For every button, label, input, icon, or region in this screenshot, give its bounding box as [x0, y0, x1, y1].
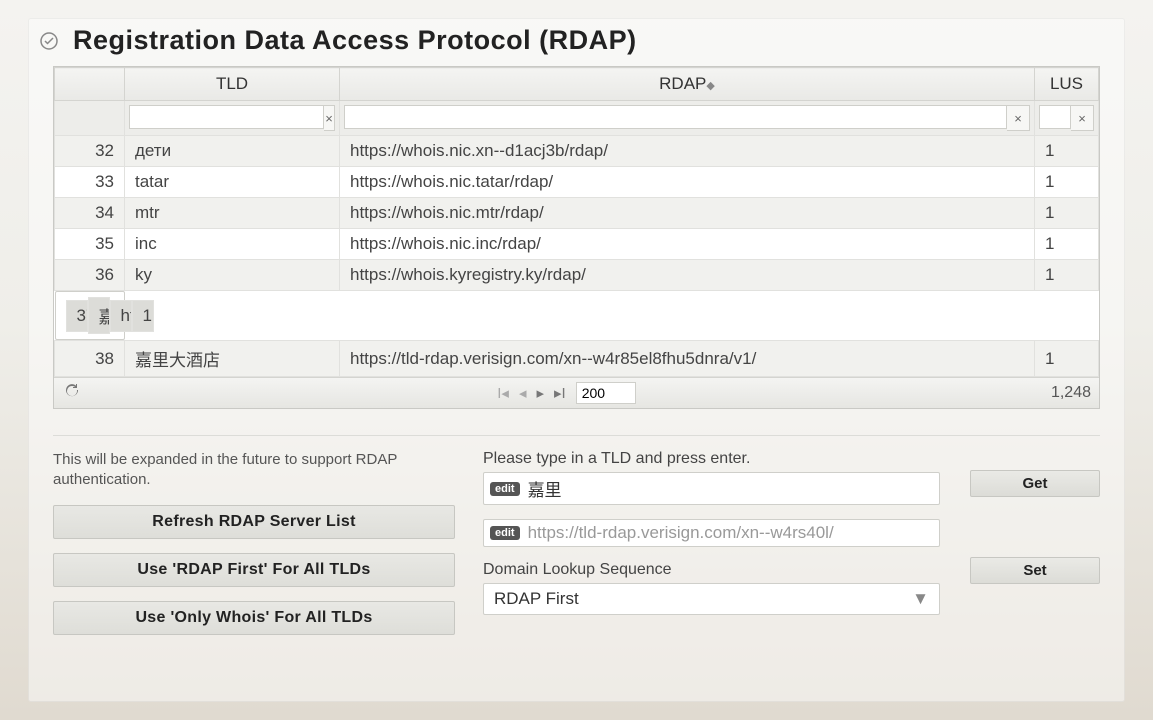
filter-tld-clear[interactable]: ×: [324, 105, 335, 131]
row-number: 36: [55, 260, 125, 291]
cell-rdap[interactable]: https://whois.nic.inc/rdap/: [340, 229, 1035, 260]
table-row[interactable]: 35inchttps://whois.nic.inc/rdap/1: [55, 229, 1099, 260]
cell-rdap[interactable]: https://whois.nic.xn--d1acj3b/rdap/: [340, 136, 1035, 167]
row-number: 32: [55, 136, 125, 167]
cell-lus[interactable]: 1: [1035, 136, 1099, 167]
table-row[interactable]: 33tatarhttps://whois.nic.tatar/rdap/1: [55, 167, 1099, 198]
cell-tld[interactable]: mtr: [125, 198, 340, 229]
table-row[interactable]: 36kyhttps://whois.kyregistry.ky/rdap/1: [55, 260, 1099, 291]
cell-rdap[interactable]: https://whois.nic.tatar/rdap/: [340, 167, 1035, 198]
set-button[interactable]: Set: [970, 557, 1100, 584]
cell-tld[interactable]: inc: [125, 229, 340, 260]
pager-first-icon[interactable]: I◂: [497, 384, 509, 402]
filter-rdap-input[interactable]: [344, 105, 1007, 129]
sequence-label: Domain Lookup Sequence: [483, 561, 940, 579]
col-tld[interactable]: TLD: [125, 68, 340, 101]
filter-tld-input[interactable]: [129, 105, 324, 129]
row-number: 34: [55, 198, 125, 229]
row-number: 37: [66, 300, 88, 332]
use-only-whois-button[interactable]: Use 'Only Whois' For All TLDs: [53, 601, 455, 635]
future-note: This will be expanded in the future to s…: [53, 450, 453, 491]
cell-rdap[interactable]: https://tld-rdap.verisign.com/xn--w4r85e…: [340, 341, 1035, 377]
cell-lus[interactable]: 1: [1035, 167, 1099, 198]
pager-total: 1,248: [1051, 384, 1091, 402]
cell-tld[interactable]: ky: [125, 260, 340, 291]
cell-rdap[interactable]: https://whois.kyregistry.ky/rdap/: [340, 260, 1035, 291]
cell-tld[interactable]: дети: [125, 136, 340, 167]
cell-lus[interactable]: 1: [1035, 260, 1099, 291]
chevron-down-icon: ▼: [912, 589, 929, 609]
cell-tld[interactable]: tatar: [125, 167, 340, 198]
row-number: 33: [55, 167, 125, 198]
cell-lus[interactable]: 1: [132, 300, 154, 332]
rdap-url-input[interactable]: edit https://tld-rdap.verisign.com/xn--w…: [483, 519, 940, 547]
table-row[interactable]: 38嘉里大酒店https://tld-rdap.verisign.com/xn-…: [55, 341, 1099, 377]
pager-prev-icon[interactable]: ◂: [519, 384, 527, 402]
cell-lus[interactable]: 1: [1035, 341, 1099, 377]
cell-rdap[interactable]: https://whois.nic.mtr/rdap/: [340, 198, 1035, 229]
cell-lus[interactable]: 1: [1035, 198, 1099, 229]
edit-badge: edit: [490, 526, 520, 540]
pager-next-icon[interactable]: ▸: [536, 384, 544, 402]
cell-tld[interactable]: 嘉里大酒店: [125, 341, 340, 377]
table-row[interactable]: 34mtrhttps://whois.nic.mtr/rdap/1: [55, 198, 1099, 229]
tld-input-label: Please type in a TLD and press enter.: [483, 450, 940, 468]
edit-badge: edit: [490, 482, 520, 496]
rdap-table: TLD RDAP◆ LUS × × × 32детиhttps://whois.…: [53, 66, 1100, 409]
check-circle-icon: [39, 31, 59, 51]
row-number: 38: [55, 341, 125, 377]
tld-input[interactable]: edit 嘉里: [483, 472, 940, 505]
table-row[interactable]: 32детиhttps://whois.nic.xn--d1acj3b/rdap…: [55, 136, 1099, 167]
get-button[interactable]: Get: [970, 470, 1100, 497]
row-number: 35: [55, 229, 125, 260]
table-row[interactable]: 37嘉里https://tld-rdap.verisign.com/xn--w4…: [55, 291, 125, 340]
sequence-select[interactable]: RDAP First ▼: [483, 583, 940, 615]
cell-tld[interactable]: 嘉里: [88, 297, 110, 334]
filter-rdap-clear[interactable]: ×: [1007, 105, 1030, 131]
col-rownum[interactable]: [55, 68, 125, 101]
reload-icon[interactable]: [62, 381, 82, 405]
pager-page-input[interactable]: [576, 382, 636, 404]
col-rdap[interactable]: RDAP◆: [340, 68, 1035, 101]
page-title: Registration Data Access Protocol (RDAP): [73, 25, 637, 56]
cell-rdap[interactable]: https://tld-rdap.verisign.com/xn--w4rs40…: [110, 300, 132, 332]
refresh-rdap-button[interactable]: Refresh RDAP Server List: [53, 505, 455, 539]
col-lus[interactable]: LUS: [1035, 68, 1099, 101]
filter-lus-clear[interactable]: ×: [1071, 105, 1094, 131]
pager-last-icon[interactable]: ▸I: [554, 384, 566, 402]
cell-lus[interactable]: 1: [1035, 229, 1099, 260]
filter-lus-input[interactable]: [1039, 105, 1071, 129]
use-rdap-first-button[interactable]: Use 'RDAP First' For All TLDs: [53, 553, 455, 587]
